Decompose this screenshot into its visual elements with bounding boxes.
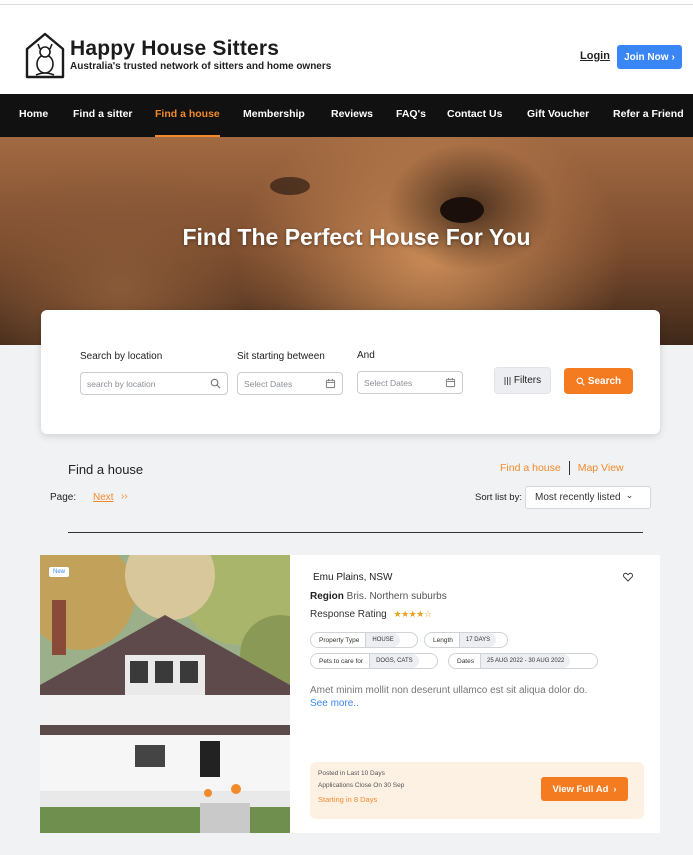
location-placeholder: search by location (87, 378, 156, 389)
start-date-placeholder: Select Dates (244, 378, 293, 389)
end-date-input[interactable]: Select Dates (357, 371, 463, 394)
house-dog-logo-icon[interactable] (24, 31, 66, 79)
nav-item-home[interactable]: Home (19, 94, 48, 137)
description-text: Amet minim mollit non deserunt ullamco e… (310, 685, 588, 696)
nav-item-membership[interactable]: Membership (243, 94, 305, 137)
brand-tagline: Australia's trusted network of sitters a… (70, 61, 332, 72)
nav-item-reviews[interactable]: Reviews (331, 94, 373, 137)
pets-value: DOGS, CATS (369, 654, 419, 668)
tab-separator (568, 461, 570, 475)
dates-tag: Dates 25 AUG 2022 - 30 AUG 2022 (448, 653, 598, 669)
applications-close-text: Applications Close On 30 Sep (318, 782, 405, 789)
chevron-right-icon: › (613, 783, 617, 795)
start-date-input[interactable]: Select Dates (237, 372, 343, 395)
dog-eye (440, 197, 484, 223)
view-toggle: Find a house Map View (500, 461, 624, 475)
nav-item-faqs[interactable]: FAQ's (396, 94, 426, 137)
site-header: Happy House Sitters Australia's trusted … (0, 5, 693, 94)
double-chevron-right-icon[interactable]: ›› (121, 491, 128, 502)
length-label: Length (433, 636, 453, 644)
property-type-value: HOUSE (365, 633, 400, 647)
calendar-icon (445, 377, 456, 388)
brand-name[interactable]: Happy House Sitters (70, 37, 279, 61)
length-value: 17 DAYS (458, 633, 497, 647)
star-rating-icon: ★★★★☆ (393, 609, 432, 619)
sort-select[interactable]: Most recently listed ⌄ (525, 486, 651, 509)
results-title: Find a house (68, 462, 144, 477)
listing-location: Emu Plains, NSW (313, 572, 393, 583)
nav-item-refer-a-friend[interactable]: Refer a Friend (613, 94, 684, 137)
main-nav: Home Find a sitter Find a house Membersh… (0, 94, 693, 137)
view-full-ad-label: View Full Ad (552, 783, 609, 795)
end-date-label: And (357, 350, 375, 361)
region-label: Region (310, 591, 344, 602)
filter-sliders-icon (504, 376, 511, 385)
start-date-label: Sit starting between (237, 351, 325, 362)
filters-button[interactable]: Filters (494, 367, 551, 394)
view-full-ad-button[interactable]: View Full Ad › (541, 777, 628, 801)
property-type-label: Property Type (319, 636, 360, 644)
location-search-input[interactable]: search by location (80, 372, 228, 395)
nav-item-gift-voucher[interactable]: Gift Voucher (527, 94, 589, 137)
filters-label: Filters (513, 375, 542, 386)
starting-text: Starting in 8 Days (318, 795, 378, 804)
tab-list-view[interactable]: Find a house (500, 462, 561, 474)
listing-status-box: Posted in Last 10 Days Applications Clos… (310, 762, 644, 819)
pets-tag: Pets to care for DOGS, CATS (310, 653, 438, 669)
property-type-tag: Property Type HOUSE (310, 632, 418, 648)
calendar-icon (325, 378, 336, 389)
nav-item-contact-us[interactable]: Contact Us (447, 94, 502, 137)
search-button[interactable]: Search (564, 368, 633, 394)
new-badge: New (49, 567, 70, 577)
house-photo[interactable] (40, 555, 290, 833)
search-label: Search (587, 375, 622, 387)
search-icon (576, 376, 585, 386)
hero-title: Find The Perfect House For You (182, 224, 531, 250)
dog-eye-shadow (270, 177, 310, 195)
listing-region: Region Bris. Northern suburbs (310, 591, 447, 602)
dates-label: Dates (457, 657, 474, 665)
listing-description: Amet minim mollit non deserunt ullamco e… (310, 684, 640, 710)
search-panel: Search by location search by location Si… (41, 310, 660, 434)
chevron-down-icon: ⌄ (625, 490, 634, 500)
posted-text: Posted in Last 10 Days (318, 770, 385, 777)
response-rating: Response Rating ★★★★☆ (310, 609, 432, 620)
location-label: Search by location (80, 351, 163, 362)
search-icon (210, 378, 221, 389)
login-link[interactable]: Login (580, 50, 610, 62)
rating-label: Response Rating (310, 609, 387, 620)
nav-item-find-a-sitter[interactable]: Find a sitter (73, 94, 133, 137)
heart-favorite-icon[interactable] (623, 572, 633, 582)
tab-map-view[interactable]: Map View (578, 462, 624, 474)
results-divider (68, 532, 643, 533)
length-tag: Length 17 DAYS (424, 632, 508, 648)
join-now-label: Join Now (624, 51, 669, 63)
sort-label: Sort list by: (475, 492, 522, 503)
chevron-right-icon: › (671, 51, 675, 63)
next-page-link[interactable]: Next (93, 492, 114, 503)
sort-value: Most recently listed (535, 492, 621, 503)
nav-item-find-a-house[interactable]: Find a house (155, 94, 220, 137)
join-now-button[interactable]: Join Now › (617, 45, 682, 69)
page-label: Page: (50, 492, 77, 503)
see-more-link[interactable]: See more.. (310, 698, 359, 709)
region-value: Bris. Northern suburbs (346, 591, 447, 602)
dates-value: 25 AUG 2022 - 30 AUG 2022 (479, 654, 571, 668)
end-date-placeholder: Select Dates (364, 377, 413, 388)
pets-label: Pets to care for (319, 657, 364, 665)
